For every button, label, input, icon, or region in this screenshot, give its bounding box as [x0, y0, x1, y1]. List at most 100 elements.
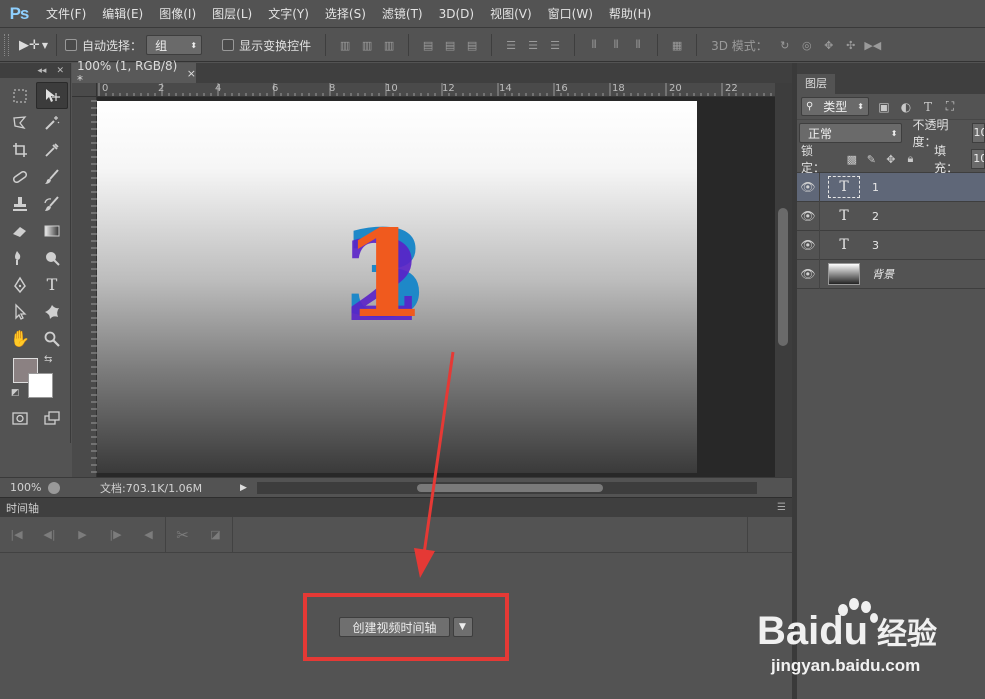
distribute-bottom-icon[interactable]: ☰ — [548, 38, 562, 52]
chevron-down-icon[interactable]: ▼ — [452, 617, 473, 637]
distribute-right-icon[interactable]: ⫴ — [631, 38, 645, 52]
layer-row[interactable]: 👁︎ 背景 — [797, 259, 985, 289]
layers-tab[interactable]: 图层 — [797, 74, 835, 94]
lock-pixels-icon[interactable]: ✎ — [862, 153, 882, 166]
clone-stamp-tool-icon[interactable] — [4, 190, 36, 217]
distribute-hcenter-icon[interactable]: ⫴ — [609, 38, 623, 52]
blur-tool-icon[interactable] — [4, 244, 36, 271]
menu-window[interactable]: 窗口(W) — [540, 0, 601, 28]
3d-pan-icon[interactable]: ✥ — [822, 38, 836, 52]
zoom-tool-icon[interactable] — [36, 325, 68, 352]
menu-view[interactable]: 视图(V) — [482, 0, 540, 28]
visibility-eye-icon[interactable]: 👁︎ — [797, 209, 819, 223]
lock-all-icon[interactable]: 🔒︎ — [901, 152, 921, 166]
stacked-number-layers[interactable]: 3 2 1 — [330, 216, 440, 326]
vertical-ruler[interactable] — [72, 97, 97, 477]
menu-layer[interactable]: 图层(L) — [204, 0, 260, 28]
auto-align-icon[interactable]: ▦ — [670, 38, 684, 52]
3d-scale-icon[interactable]: ▶◀ — [864, 38, 881, 52]
next-frame-icon[interactable]: |▶ — [99, 517, 132, 553]
align-top-icon[interactable]: ▥ — [338, 38, 352, 52]
history-brush-tool-icon[interactable] — [36, 190, 68, 217]
options-grip[interactable] — [4, 34, 9, 56]
layer-filter-dropdown[interactable]: ⚲ 类型 ⬍ — [801, 97, 869, 116]
eyedropper-tool-icon[interactable] — [36, 136, 68, 163]
quick-mask-icon[interactable] — [4, 404, 36, 431]
horizontal-ruler[interactable]: 0 2 4 6 8 10 12 14 16 18 20 22 — [97, 83, 775, 97]
auto-select-checkbox[interactable] — [65, 39, 78, 51]
ruler-origin[interactable] — [72, 83, 97, 97]
menu-help[interactable]: 帮助(H) — [601, 0, 659, 28]
fill-input[interactable]: 10 — [971, 149, 985, 169]
auto-select-dropdown[interactable]: 组 ⬍ — [146, 35, 203, 55]
visibility-eye-icon[interactable]: 👁︎ — [797, 238, 819, 252]
filter-adjustment-icon[interactable]: ◐ — [899, 100, 913, 114]
type-tool-icon[interactable]: T — [36, 271, 68, 298]
3d-roll-icon[interactable]: ◎ — [800, 38, 814, 52]
default-colors-icon[interactable]: ◩ — [11, 388, 20, 398]
move-tool-icon[interactable] — [36, 82, 68, 109]
collapse-icon[interactable]: ◂◂ — [37, 66, 46, 76]
vertical-scrollbar[interactable] — [775, 83, 792, 477]
menu-3d[interactable]: 3D(D) — [431, 0, 482, 28]
layer-row[interactable]: 👁︎ T 1 — [797, 172, 985, 202]
crop-tool-icon[interactable] — [4, 136, 36, 163]
gradient-tool-icon[interactable] — [36, 217, 68, 244]
filter-type-icon[interactable]: T — [921, 100, 935, 114]
share-icon[interactable] — [48, 481, 60, 494]
vertical-scroll-thumb[interactable] — [778, 208, 788, 346]
distribute-vcenter-icon[interactable]: ☰ — [526, 38, 540, 52]
panel-topbar[interactable] — [797, 63, 985, 74]
audio-icon[interactable]: ◀ — [132, 517, 165, 553]
menu-image[interactable]: 图像(I) — [151, 0, 204, 28]
menu-edit[interactable]: 编辑(E) — [94, 0, 151, 28]
document-canvas[interactable]: 3 2 1 — [97, 101, 697, 473]
swap-colors-icon[interactable]: ⇆ — [44, 354, 52, 365]
screen-mode-icon[interactable] — [36, 404, 68, 431]
opacity-input[interactable]: 10 — [971, 123, 985, 143]
play-icon[interactable]: ▶ — [66, 517, 99, 553]
layer-row[interactable]: 👁︎ T 2 — [797, 201, 985, 231]
path-selection-tool-icon[interactable] — [4, 298, 36, 325]
align-right-icon[interactable]: ▤ — [465, 38, 479, 52]
lock-transparency-icon[interactable]: ▩ — [842, 153, 862, 166]
menu-filter[interactable]: 滤镜(T) — [374, 0, 431, 28]
panel-menu-icon[interactable]: ☰ — [777, 502, 786, 513]
menu-select[interactable]: 选择(S) — [317, 0, 374, 28]
go-to-first-frame-icon[interactable]: |◀ — [0, 517, 33, 553]
lasso-tool-icon[interactable] — [4, 109, 36, 136]
align-vcenter-icon[interactable]: ▥ — [360, 38, 374, 52]
visibility-eye-icon[interactable]: 👁︎ — [797, 267, 819, 281]
scissors-icon[interactable]: ✂ — [166, 517, 199, 553]
zoom-level[interactable]: 100% — [0, 481, 48, 494]
status-menu-arrow-icon[interactable]: ▶ — [240, 483, 247, 493]
healing-brush-tool-icon[interactable] — [4, 163, 36, 190]
visibility-eye-icon[interactable]: 👁︎ — [797, 180, 819, 194]
transition-icon[interactable]: ◪ — [199, 517, 232, 553]
brush-tool-icon[interactable] — [36, 163, 68, 190]
menu-type[interactable]: 文字(Y) — [260, 0, 317, 28]
previous-frame-icon[interactable]: ◀| — [33, 517, 66, 553]
blend-mode-dropdown[interactable]: 正常 ⬍ — [799, 123, 903, 143]
create-video-timeline-button[interactable]: 创建视频时间轴 — [339, 617, 450, 637]
tool-preset-picker[interactable]: ▶✛ ▼ — [19, 38, 48, 53]
custom-shape-tool-icon[interactable] — [36, 298, 68, 325]
background-color-swatch[interactable] — [28, 373, 53, 398]
pen-tool-icon[interactable] — [4, 271, 36, 298]
align-bottom-icon[interactable]: ▥ — [382, 38, 396, 52]
toolbox-header[interactable]: ◂◂ ✕ — [0, 63, 70, 78]
horizontal-scrollbar[interactable] — [256, 481, 757, 494]
distribute-top-icon[interactable]: ☰ — [504, 38, 518, 52]
close-icon[interactable]: × — [187, 67, 196, 80]
marquee-tool-icon[interactable] — [4, 82, 36, 109]
show-transform-checkbox[interactable] — [222, 39, 235, 51]
eraser-tool-icon[interactable] — [4, 217, 36, 244]
pasteboard[interactable]: 3 2 1 — [97, 97, 775, 477]
close-icon[interactable]: ✕ — [56, 66, 64, 76]
horizontal-scroll-thumb[interactable] — [416, 483, 603, 492]
timeline-tab[interactable]: 时间轴 — [6, 500, 39, 516]
lock-position-icon[interactable]: ✥ — [881, 153, 901, 166]
filter-shape-icon[interactable]: ⛶ — [943, 99, 957, 114]
menu-file[interactable]: 文件(F) — [38, 0, 94, 28]
3d-slide-icon[interactable]: ✣ — [844, 38, 858, 52]
